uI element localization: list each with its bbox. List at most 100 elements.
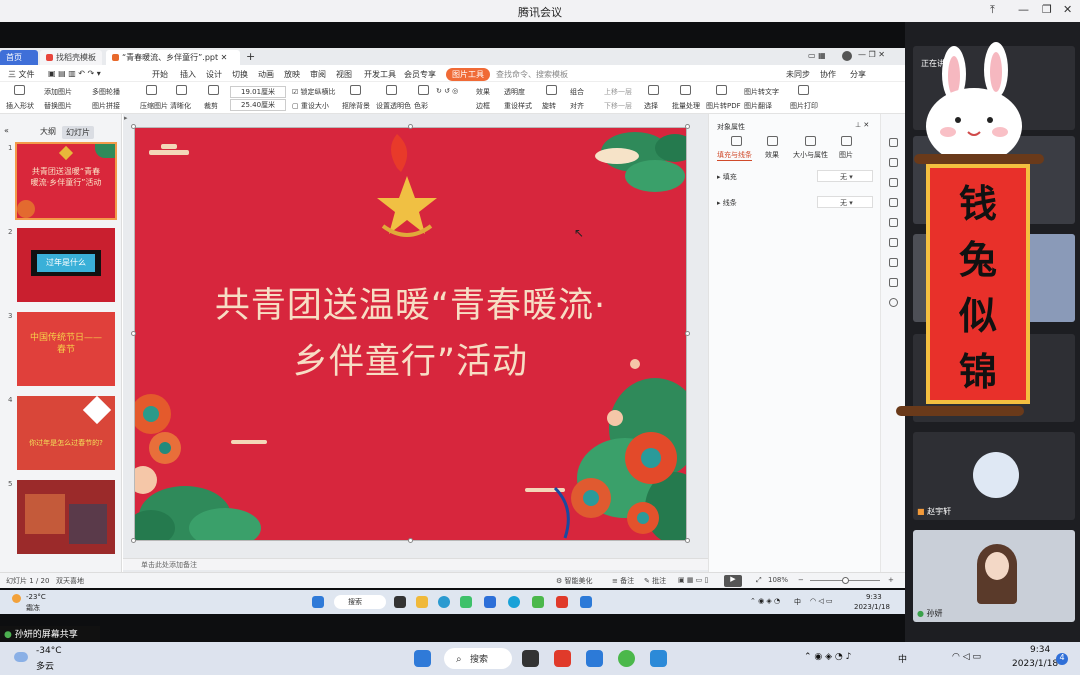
slide-thumb-1[interactable]: 共青团送温暖“青春暖流·乡伴童行”活动 [15, 142, 117, 220]
current-slide[interactable]: 共青团送温暖“青春暖流· 乡伴童行”活动 [134, 127, 687, 541]
close-icon[interactable]: ✕ [1063, 3, 1072, 16]
tab-home[interactable]: 首页 [0, 50, 38, 65]
selection-handle[interactable] [131, 124, 136, 129]
btn-reset-style[interactable]: 重设样式 [504, 101, 532, 111]
btn-batch[interactable]: 批量处理 [672, 101, 700, 111]
btn-effect[interactable]: 效果 [476, 87, 490, 97]
menu-developer[interactable]: 开发工具 [364, 69, 396, 80]
taskview-icon[interactable] [394, 596, 406, 608]
menu-picture-tools[interactable]: 图片工具 [446, 68, 490, 81]
menu-member[interactable]: 会员专享 [404, 69, 436, 80]
selection-handle[interactable] [685, 124, 690, 129]
pin-icon[interactable]: ⤒ [990, 3, 995, 17]
slide-thumb-2[interactable]: 过年是什么 [17, 228, 115, 302]
play-button[interactable]: ▶ [724, 575, 742, 587]
selection-handle[interactable] [685, 331, 690, 336]
slide-thumb-5[interactable] [17, 480, 115, 554]
btn-align[interactable]: 对齐 [570, 101, 584, 111]
view-mode-icons[interactable]: ▣ ▦ ▭ ▯ [678, 576, 708, 584]
lock-ratio-checkbox[interactable]: ☑ 锁定纵横比 [292, 87, 336, 97]
btn-send-backward[interactable]: 下移一层 [604, 101, 632, 111]
prop-tab-size[interactable]: 大小与属性 [793, 150, 828, 160]
selection-handle[interactable] [685, 538, 690, 543]
btn-comment[interactable]: ✎ 批注 [644, 576, 666, 586]
line-section[interactable]: ▸ 线条 [717, 198, 737, 208]
participant-tile[interactable]: ■ 赵宇轩 [913, 432, 1075, 520]
app-icon[interactable] [484, 596, 496, 608]
tab-slides[interactable]: 幻灯片 [62, 126, 94, 139]
start-icon[interactable] [312, 596, 324, 608]
wps-icon[interactable] [556, 596, 568, 608]
participant-tile-speaker[interactable]: ● 孙妍 [913, 530, 1075, 622]
btn-carousel[interactable]: 多图轮播 [92, 87, 120, 97]
notes-placeholder[interactable]: 单击此处添加备注 [141, 560, 197, 570]
pane-pin-close-icon[interactable]: ⊥ ✕ [855, 121, 869, 129]
rotate-icons[interactable]: ↻ ↺ ◎ [436, 87, 458, 95]
layout-icon[interactable]: ▭ ▦ [808, 51, 826, 60]
menu-file[interactable]: 三 文件 [8, 69, 35, 80]
tab-presentation[interactable]: “青春暖流、乡伴童行”.ppt ✕ [106, 50, 240, 65]
btn-group[interactable]: 组合 [570, 87, 584, 97]
edge-icon[interactable] [438, 596, 450, 608]
btn-compress[interactable]: 压缩图片 [140, 101, 168, 111]
prop-tab-fill-line[interactable]: 填充与线条 [717, 150, 752, 161]
btn-notes[interactable]: ≡ 备注 [612, 576, 634, 586]
fill-section[interactable]: ▸ 填充 [717, 172, 737, 182]
prop-tab-effect[interactable]: 效果 [765, 150, 779, 160]
btn-add-picture[interactable]: 添加图片 [44, 87, 72, 97]
net-vol-icons[interactable]: ◠ ◁ ▭ [952, 652, 981, 662]
shape-icon[interactable] [14, 85, 25, 95]
menu-insert[interactable]: 插入 [180, 69, 196, 80]
slide-title[interactable]: 共青团送温暖“青春暖流· 乡伴童行”活动 [135, 278, 686, 390]
window-controls[interactable]: — ❐ ✕ [858, 50, 885, 59]
menu-design[interactable]: 设计 [206, 69, 222, 80]
tray-icons[interactable]: ⌃ ◉ ◈ ◔ ♪ [804, 652, 851, 662]
meeting-icon[interactable] [586, 650, 603, 667]
menu-review[interactable]: 审阅 [310, 69, 326, 80]
prop-tab-picture[interactable]: 图片 [839, 150, 853, 160]
btn-border[interactable]: 边框 [476, 101, 490, 111]
menu-animation[interactable]: 动画 [258, 69, 274, 80]
zoom-in-icon[interactable]: + [888, 576, 894, 584]
fill-select[interactable]: 无 ▾ [817, 170, 873, 182]
fit-icon[interactable]: ⤢ [756, 576, 762, 585]
btn-color[interactable]: 色彩 [414, 101, 428, 111]
meeting-icon[interactable] [580, 596, 592, 608]
line-select[interactable]: 无 ▾ [817, 196, 873, 208]
wechat-icon[interactable] [532, 596, 544, 608]
tab-close-icon[interactable]: ✕ [221, 53, 228, 62]
notes-bar[interactable]: 单击此处添加备注 [123, 558, 708, 570]
taskview-icon[interactable] [522, 650, 539, 667]
taskbar-search[interactable]: 搜索 [334, 595, 386, 609]
notification-badge[interactable]: 4 [1056, 653, 1068, 665]
selection-handle[interactable] [408, 124, 413, 129]
btn-rotate[interactable]: 旋转 [542, 101, 556, 111]
menu-collab[interactable]: 协作 [820, 69, 836, 80]
btn-remove-bg[interactable]: 抠除背景 [342, 101, 370, 111]
menu-home[interactable]: 开始 [152, 69, 168, 80]
selection-handle[interactable] [131, 331, 136, 336]
new-tab-icon[interactable]: + [246, 50, 255, 63]
btn-to-pdf[interactable]: 图片转PDF [706, 101, 741, 111]
btn-to-text[interactable]: 图片转文字 [744, 87, 779, 97]
height-field[interactable]: 19.01厘米 [230, 86, 287, 98]
btn-set-transparent[interactable]: 设置透明色 [376, 101, 411, 111]
selection-handle[interactable] [408, 538, 413, 543]
ime-indicator[interactable]: 中 [794, 597, 801, 607]
taskbar-search[interactable]: 搜索 [444, 648, 512, 669]
btn-crop[interactable]: 裁剪 [204, 101, 218, 111]
app-icon[interactable] [650, 650, 667, 667]
menu-slideshow[interactable]: 放映 [284, 69, 300, 80]
btn-sharpen[interactable]: 清晰化 [170, 101, 191, 111]
menu-sync[interactable]: 未同步 [786, 69, 810, 80]
start-icon[interactable] [414, 650, 431, 667]
btn-replace-picture[interactable]: 替换图片 [44, 101, 72, 111]
btn-insert-shape[interactable]: 插入形状 [6, 101, 34, 111]
btn-translate[interactable]: 图片翻译 [744, 101, 772, 111]
zoom-out-icon[interactable]: − [798, 576, 804, 584]
wps-icon[interactable] [554, 650, 571, 667]
chrome-icon[interactable] [460, 596, 472, 608]
btn-print-picture[interactable]: 图片打印 [790, 101, 818, 111]
quick-access-icons[interactable]: ▣ ▤ ▥ ↶ ↷ ▾ [48, 69, 101, 78]
selection-handle[interactable] [131, 538, 136, 543]
